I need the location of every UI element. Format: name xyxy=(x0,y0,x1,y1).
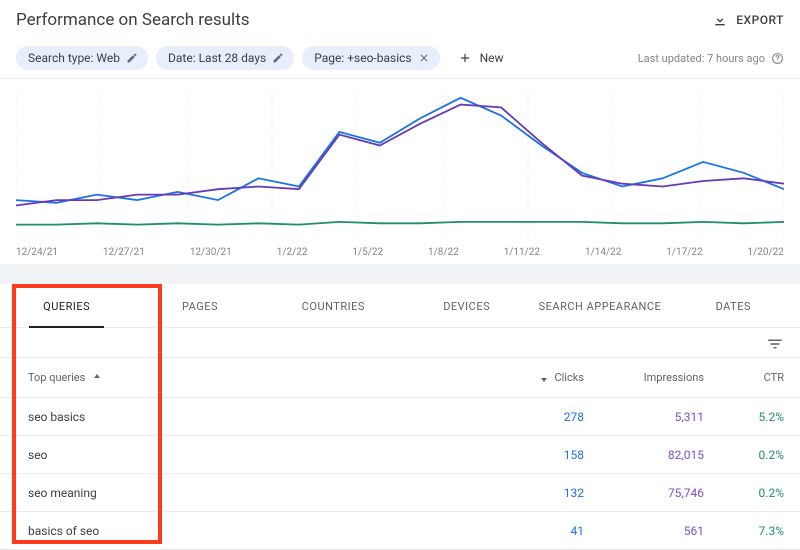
export-label: EXPORT xyxy=(736,13,784,27)
x-tick-label: 1/14/22 xyxy=(585,247,621,258)
add-filter-label: New xyxy=(480,51,504,65)
pencil-icon xyxy=(126,52,138,64)
chart-area[interactable] xyxy=(16,91,784,241)
series-clicks xyxy=(16,98,784,203)
chip-page-filter[interactable]: Page: +seo-basics xyxy=(302,46,439,70)
chip-page-filter-label: Page: +seo-basics xyxy=(314,51,411,65)
download-icon xyxy=(712,12,728,28)
filter-bar: Search type: Web Date: Last 28 days Page… xyxy=(0,38,800,79)
tabs: QUERIESPAGESCOUNTRIESDEVICESSEARCH APPEA… xyxy=(0,284,800,328)
export-button[interactable]: EXPORT xyxy=(712,12,784,28)
table-row[interactable]: seo basics2785,3115.2% xyxy=(0,398,800,436)
plus-icon xyxy=(458,51,472,65)
x-tick-label: 12/24/21 xyxy=(16,247,58,258)
last-updated: Last updated: 7 hours ago xyxy=(638,52,784,65)
table-header: Top queries Clicks Impressions CTR xyxy=(0,358,800,398)
x-tick-label: 1/2/22 xyxy=(277,247,308,258)
header-bar: Performance on Search results EXPORT xyxy=(0,0,800,38)
chip-search-type-label: Search type: Web xyxy=(28,51,120,65)
x-tick-label: 12/27/21 xyxy=(103,247,145,258)
filter-icon[interactable] xyxy=(766,335,784,353)
chip-search-type[interactable]: Search type: Web xyxy=(16,46,148,70)
x-tick-label: 1/11/22 xyxy=(504,247,540,258)
col-header-ctr[interactable]: CTR xyxy=(704,371,784,384)
tab-pages[interactable]: PAGES xyxy=(133,284,266,327)
last-updated-text: Last updated: 7 hours ago xyxy=(638,52,765,65)
cell-impressions: 82,015 xyxy=(584,448,704,462)
tab-devices[interactable]: DEVICES xyxy=(400,284,533,327)
cell-impressions: 5,311 xyxy=(584,410,704,424)
series-impressions xyxy=(16,105,784,206)
cell-query: seo meaning xyxy=(28,486,464,500)
col-header-query-label: Top queries xyxy=(28,371,85,384)
tab-countries[interactable]: COUNTRIES xyxy=(267,284,400,327)
add-filter-button[interactable]: New xyxy=(448,46,514,70)
cell-impressions: 561 xyxy=(584,524,704,538)
cell-impressions: 75,746 xyxy=(584,486,704,500)
x-axis: 12/24/21 12/27/21 12/30/21 1/2/22 1/5/22 1/8/… xyxy=(16,241,784,260)
chip-date-range-label: Date: Last 28 days xyxy=(168,51,266,65)
table-card: QUERIESPAGESCOUNTRIESDEVICESSEARCH APPEA… xyxy=(0,284,800,550)
chip-date-range[interactable]: Date: Last 28 days xyxy=(156,46,294,70)
sort-desc-icon xyxy=(538,372,550,384)
col-header-clicks[interactable]: Clicks xyxy=(464,371,584,384)
x-tick-label: 12/30/21 xyxy=(190,247,232,258)
chart-card: 12/24/21 12/27/21 12/30/21 1/2/22 1/5/22 1/8/… xyxy=(0,79,800,264)
cell-ctr: 7.3% xyxy=(704,524,784,538)
cell-query: basics of seo xyxy=(28,524,464,538)
sort-asc-icon xyxy=(91,372,103,384)
tab-search-appearance[interactable]: SEARCH APPEARANCE xyxy=(533,284,666,327)
x-tick-label: 1/17/22 xyxy=(666,247,702,258)
cell-query: seo basics xyxy=(28,410,464,424)
pencil-icon xyxy=(272,52,284,64)
col-header-query[interactable]: Top queries xyxy=(28,371,464,384)
line-chart xyxy=(16,91,784,241)
table-toolbar xyxy=(0,328,800,358)
cell-ctr: 0.2% xyxy=(704,486,784,500)
section-gap xyxy=(0,264,800,284)
cell-clicks: 278 xyxy=(464,410,584,424)
cell-clicks: 158 xyxy=(464,448,584,462)
table-row[interactable]: seo meaning13275,7460.2% xyxy=(0,474,800,512)
table-body: seo basics2785,3115.2%seo15882,0150.2%se… xyxy=(0,398,800,550)
x-tick-label: 1/20/22 xyxy=(748,247,784,258)
table-row[interactable]: seo15882,0150.2% xyxy=(0,436,800,474)
cell-clicks: 132 xyxy=(464,486,584,500)
x-tick-label: 1/5/22 xyxy=(352,247,383,258)
tab-queries[interactable]: QUERIES xyxy=(0,284,133,327)
page-title: Performance on Search results xyxy=(16,10,250,30)
x-tick-label: 1/8/22 xyxy=(428,247,459,258)
col-header-clicks-label: Clicks xyxy=(554,371,584,384)
table-row[interactable]: basics of seo415617.3% xyxy=(0,512,800,550)
close-icon[interactable] xyxy=(418,52,430,64)
cell-query: seo xyxy=(28,448,464,462)
tab-dates[interactable]: DATES xyxy=(667,284,800,327)
cell-ctr: 5.2% xyxy=(704,410,784,424)
col-header-impressions[interactable]: Impressions xyxy=(584,371,704,384)
help-icon[interactable] xyxy=(771,52,784,65)
cell-ctr: 0.2% xyxy=(704,448,784,462)
cell-clicks: 41 xyxy=(464,524,584,538)
series-ctr xyxy=(16,222,784,225)
